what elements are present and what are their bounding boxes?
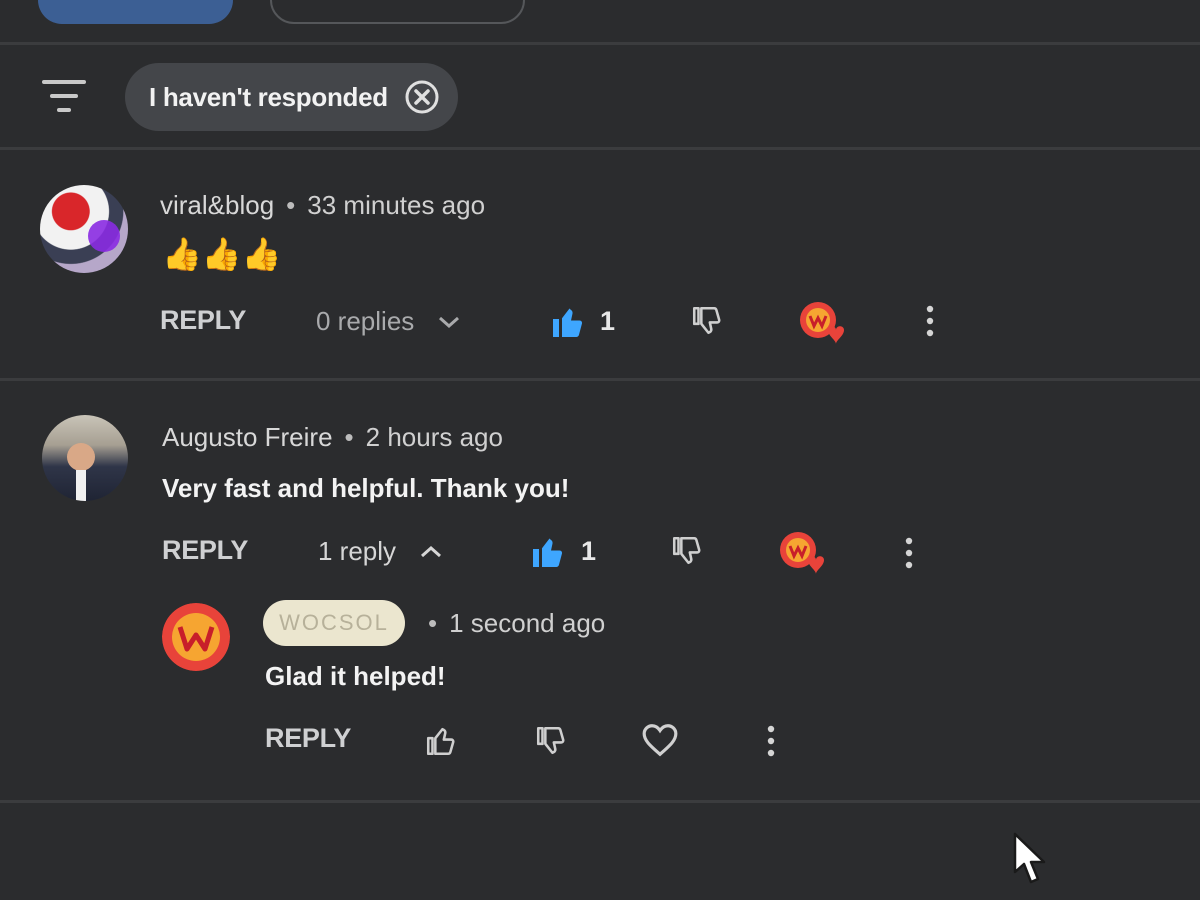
- avatar-shirt: [76, 470, 86, 501]
- filter-chip[interactable]: I haven't responded: [125, 63, 458, 131]
- creator-heart-icon[interactable]: [798, 300, 848, 348]
- replies-label: 1 reply: [318, 536, 397, 566]
- comment-text: Very fast and helpful. Thank you!: [162, 473, 570, 503]
- comment-meta: Augusto Freire • 2 hours ago: [162, 422, 503, 453]
- chevron-down-icon: [439, 316, 460, 328]
- mouse-cursor-icon: [1013, 832, 1046, 884]
- avatar[interactable]: [40, 185, 128, 273]
- reply-button[interactable]: REPLY: [160, 305, 246, 336]
- close-circle-icon[interactable]: [404, 79, 440, 115]
- like-outline-icon[interactable]: [424, 724, 458, 758]
- reply-text: Glad it helped!: [265, 661, 446, 691]
- comment-author[interactable]: Augusto Freire: [162, 422, 333, 452]
- avatar-face: [67, 443, 95, 471]
- filter-chip-label: I haven't responded: [149, 81, 388, 112]
- creator-heart-icon[interactable]: [778, 530, 828, 578]
- comment-time[interactable]: 33 minutes ago: [307, 190, 485, 220]
- author-badge[interactable]: WOCSOL: [263, 600, 405, 646]
- reply-button[interactable]: REPLY: [162, 535, 248, 566]
- comment-time[interactable]: 2 hours ago: [366, 422, 503, 452]
- author-badge-label: WOCSOL: [279, 610, 389, 635]
- top-tab-primary[interactable]: [38, 0, 233, 24]
- comment-text: 👍👍👍: [162, 236, 282, 272]
- divider: [0, 147, 1200, 150]
- divider: [0, 800, 1200, 803]
- replies-toggle[interactable]: 0 replies: [316, 306, 462, 337]
- like-count: 1: [600, 306, 616, 336]
- separator-dot: •: [286, 190, 296, 220]
- comment-author[interactable]: viral&blog: [160, 190, 274, 220]
- top-tab-secondary[interactable]: [270, 0, 525, 24]
- chevron-up-icon: [421, 545, 442, 557]
- divider: [0, 378, 1200, 381]
- comment-meta: viral&blog • 33 minutes ago: [160, 190, 485, 221]
- dislike-icon[interactable]: [534, 724, 568, 758]
- dislike-icon[interactable]: [670, 534, 704, 568]
- like-icon[interactable]: [530, 534, 566, 570]
- replies-label: 0 replies: [316, 306, 415, 336]
- filter-icon[interactable]: [42, 78, 86, 114]
- divider: [0, 42, 1200, 45]
- like-icon[interactable]: [550, 304, 586, 340]
- more-options-icon[interactable]: [904, 536, 914, 570]
- separator-dot: •: [344, 422, 354, 452]
- heart-outline-icon[interactable]: [641, 722, 679, 758]
- like-count: 1: [581, 536, 597, 566]
- dislike-icon[interactable]: [690, 304, 724, 338]
- avatar[interactable]: [42, 415, 128, 501]
- more-options-icon[interactable]: [925, 304, 935, 338]
- channel-avatar[interactable]: [162, 603, 230, 671]
- reply-button[interactable]: REPLY: [265, 723, 351, 754]
- more-options-icon[interactable]: [766, 724, 776, 758]
- avatar-blur: [88, 220, 120, 252]
- separator-dot: •: [428, 608, 438, 638]
- replies-toggle[interactable]: 1 reply: [318, 536, 444, 567]
- reply-time[interactable]: 1 second ago: [449, 608, 605, 638]
- reply-meta: • 1 second ago: [416, 608, 605, 639]
